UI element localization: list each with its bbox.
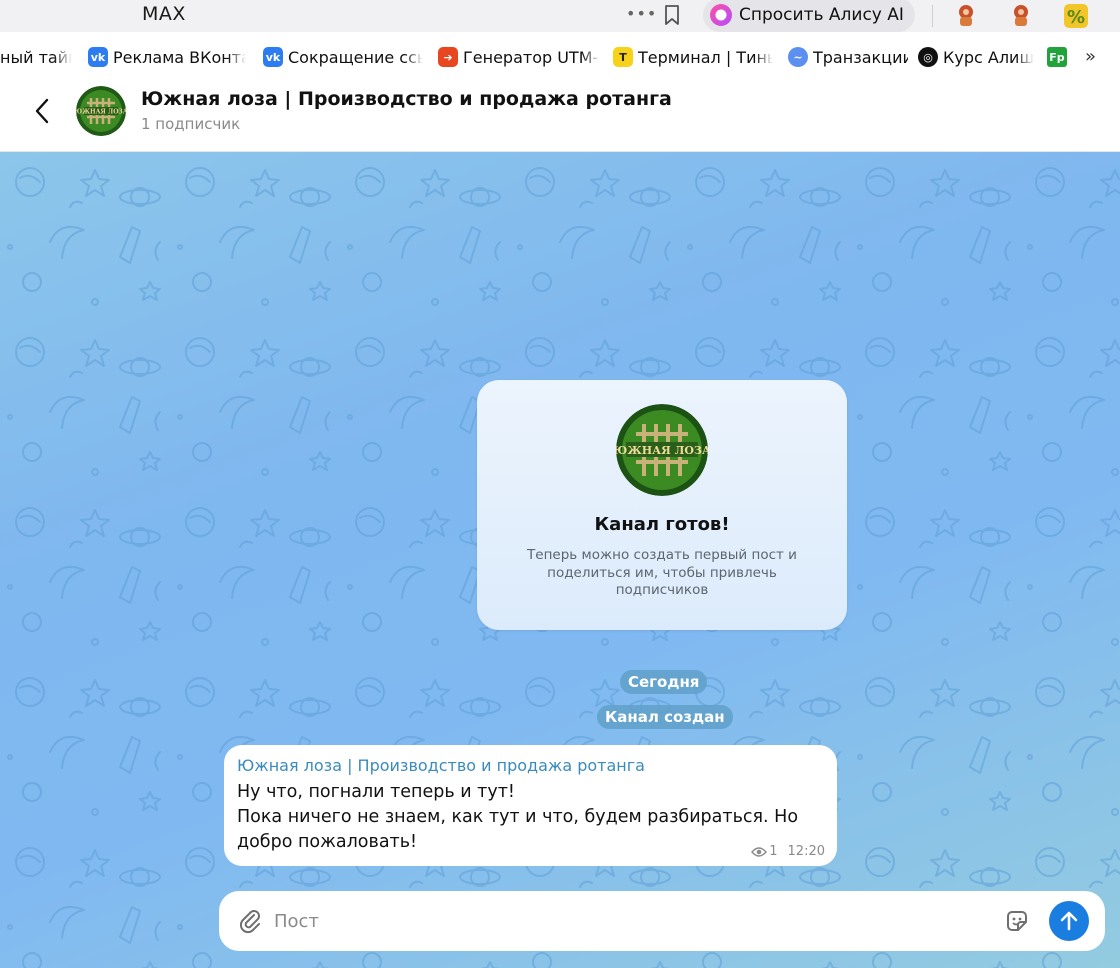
bookmark-label: Сокращение ссылок xyxy=(288,47,423,67)
post-input[interactable] xyxy=(274,903,974,939)
tab-title[interactable]: MAX xyxy=(142,3,186,25)
tinkoff-icon: T xyxy=(613,47,633,67)
channel-ready-text: Теперь можно создать первый пост и подел… xyxy=(527,547,797,598)
channel-avatar[interactable]: ЮЖНАЯ ЛОЗА xyxy=(76,86,126,136)
post-time: 12:20 xyxy=(787,844,825,859)
channel-ready-title: Канал готов! xyxy=(594,514,730,535)
bookmark-icon[interactable] xyxy=(662,4,682,26)
bookmark-item[interactable]: T Терминал | Тинькофф xyxy=(613,46,773,68)
post-composer xyxy=(219,891,1105,951)
bookmark-item[interactable]: ный тайм xyxy=(0,46,72,68)
subscriber-count: 1 подписчик xyxy=(141,115,241,133)
alice-icon xyxy=(710,4,732,26)
eye-icon xyxy=(751,846,768,857)
channel-logo-text: ЮЖНАЯ ЛОЗА xyxy=(616,444,708,457)
post-meta: 1 12:20 xyxy=(751,844,825,859)
channel-logo-text: ЮЖНАЯ ЛОЗА xyxy=(76,109,126,116)
channel-post[interactable]: Южная лоза | Производство и продажа рота… xyxy=(224,745,837,866)
back-arrow-icon[interactable] xyxy=(30,96,54,126)
arrow-up-icon xyxy=(1060,911,1078,931)
attach-icon[interactable] xyxy=(237,908,263,934)
date-separator: Сегодня xyxy=(620,670,708,694)
fp-icon: Fp xyxy=(1047,47,1067,67)
bookmark-item[interactable]: vk Реклама ВКонтакте xyxy=(88,46,246,68)
bookmarks-more-button[interactable]: » xyxy=(1085,46,1096,67)
ask-alice-button[interactable]: Спросить Алису AI xyxy=(703,0,915,32)
bookmark-label: Терминал | Тинькофф xyxy=(638,47,773,67)
send-button[interactable] xyxy=(1049,901,1089,941)
bookmark-label: Генератор UTM-меток xyxy=(463,47,600,67)
svg-text:%: % xyxy=(1067,7,1085,28)
chart-icon: ~ xyxy=(788,47,808,67)
sticker-icon[interactable] xyxy=(1004,908,1030,934)
channel-title[interactable]: Южная лоза | Производство и продажа рота… xyxy=(141,88,672,110)
ask-alice-label: Спросить Алису AI xyxy=(739,5,904,25)
channel-logo: ЮЖНАЯ ЛОЗА xyxy=(616,404,708,496)
browser-top-bar: MAX ••• Спросить Алису AI % xyxy=(0,0,1120,32)
post-text-line: Ну что, погнали теперь и тут! xyxy=(237,782,515,802)
extension-icon[interactable] xyxy=(1007,2,1035,30)
channel-ready-card: ЮЖНАЯ ЛОЗА Канал готов! Теперь можно соз… xyxy=(477,380,847,630)
bookmark-item[interactable]: ~ Транзакции xyxy=(788,46,908,68)
more-dots-icon[interactable]: ••• xyxy=(626,4,657,23)
bookmark-item[interactable]: Fp xyxy=(1047,46,1071,68)
toolbar-divider xyxy=(932,5,933,27)
extension-icon[interactable] xyxy=(952,2,980,30)
service-message: Канал создан xyxy=(597,705,733,729)
bookmark-label: Транзакции xyxy=(813,47,908,67)
arrow-icon: ➔ xyxy=(438,47,458,67)
bookmark-item[interactable]: ◎ Курс Алишер xyxy=(918,46,1034,68)
vk-icon: vk xyxy=(88,47,108,67)
bookmark-item[interactable]: ➔ Генератор UTM-меток xyxy=(438,46,600,68)
bookmarks-bar: ный тайм vk Реклама ВКонтакте vk Сокраще… xyxy=(0,38,1120,76)
post-views: 1 xyxy=(769,844,778,859)
channel-header: ЮЖНАЯ ЛОЗА Южная лоза | Производство и п… xyxy=(0,76,1120,152)
vk-icon: vk xyxy=(263,47,283,67)
post-text-line: Пока ничего не знаем, как тут и что, буд… xyxy=(237,807,799,852)
post-text: Ну что, погнали теперь и тут! Пока ничег… xyxy=(237,780,822,855)
bookmark-item[interactable]: vk Сокращение ссылок xyxy=(263,46,423,68)
target-icon: ◎ xyxy=(918,47,938,67)
percent-extension-icon[interactable]: % xyxy=(1062,2,1090,30)
post-author[interactable]: Южная лоза | Производство и продажа рота… xyxy=(237,756,645,775)
bookmark-label: Реклама ВКонтакте xyxy=(113,47,246,67)
chat-area: ЮЖНАЯ ЛОЗА Канал готов! Теперь можно соз… xyxy=(0,152,1120,968)
